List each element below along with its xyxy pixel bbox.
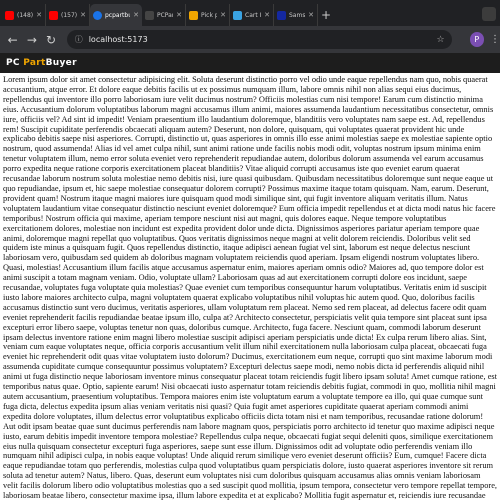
new-tab-button[interactable]: + (318, 4, 334, 26)
close-icon[interactable]: ✕ (176, 11, 182, 19)
site-logo[interactable]: PC PartBuyer (6, 58, 77, 68)
tab-title: PCPartBuyer (157, 11, 174, 19)
address-text[interactable]: localhost:5173 (89, 35, 148, 44)
back-arrow-icon[interactable]: ← (3, 33, 22, 47)
tab-2-active[interactable]: pcpartbuyer ✕ (90, 4, 142, 26)
tab-title: Pick parts. Bu (201, 11, 217, 19)
close-icon[interactable]: ✕ (264, 11, 270, 19)
tab-1[interactable]: (157) Reponse ✕ (46, 4, 90, 26)
close-icon[interactable]: ✕ (220, 11, 226, 19)
youtube-favicon-icon (49, 10, 58, 20)
address-bar[interactable]: ⓘ localhost:5173 ☆ (66, 30, 452, 49)
profile-avatar[interactable]: P (469, 32, 485, 47)
close-icon[interactable]: ✕ (133, 11, 139, 19)
menu-icon[interactable]: ⋮ (490, 34, 500, 45)
tab-strip: (148) How To ✕ (157) Reponse ✕ pcpartbuy… (0, 0, 482, 26)
tab-title: pcpartbuyer (105, 11, 130, 19)
samsung-favicon-icon (277, 10, 286, 20)
close-icon[interactable]: ✕ (308, 11, 314, 19)
reload-icon[interactable]: ↻ (41, 33, 60, 47)
logo-prefix: PC (6, 58, 24, 68)
bookmark-star-icon[interactable]: ☆ (437, 35, 445, 45)
page-favicon-icon (233, 10, 242, 20)
tab-5[interactable]: Cart Icons & S ✕ (230, 4, 274, 26)
tab-4[interactable]: Pick parts. Bu ✕ (186, 4, 230, 26)
tab-title: Cart Icons & S (245, 11, 261, 19)
browser-tab-bar: (148) How To ✕ (157) Reponse ✕ pcpartbuy… (0, 0, 500, 26)
tab-3[interactable]: PCPartBuyer ✕ (142, 4, 186, 26)
tab-title: (148) How To (17, 11, 34, 19)
globe-favicon-icon (93, 10, 102, 20)
tab-0[interactable]: (148) How To ✕ (2, 4, 46, 26)
window-control-button[interactable] (482, 7, 496, 21)
tab-title: (157) Reponse (61, 11, 78, 19)
tab-6[interactable]: Samsung Gala ✕ (274, 4, 318, 26)
tab-title: Samsung Gala (289, 11, 305, 19)
youtube-favicon-icon (5, 10, 14, 20)
page-favicon-icon (189, 10, 198, 20)
lorem-paragraph: Lorem ipsum dolor sit amet consectetur a… (3, 75, 497, 500)
page-favicon-icon (145, 10, 154, 20)
close-icon[interactable]: ✕ (36, 11, 42, 19)
browser-toolbar: ← → ↻ ⓘ localhost:5173 ☆ P ⋮ (0, 26, 500, 53)
app-header: PC PartBuyer (0, 53, 500, 73)
logo-suffix: Buyer (45, 58, 77, 68)
site-info-icon[interactable]: ⓘ (75, 34, 83, 45)
forward-arrow-icon[interactable]: → (22, 33, 41, 47)
logo-accent: Part (23, 58, 46, 68)
close-icon[interactable]: ✕ (80, 11, 86, 19)
